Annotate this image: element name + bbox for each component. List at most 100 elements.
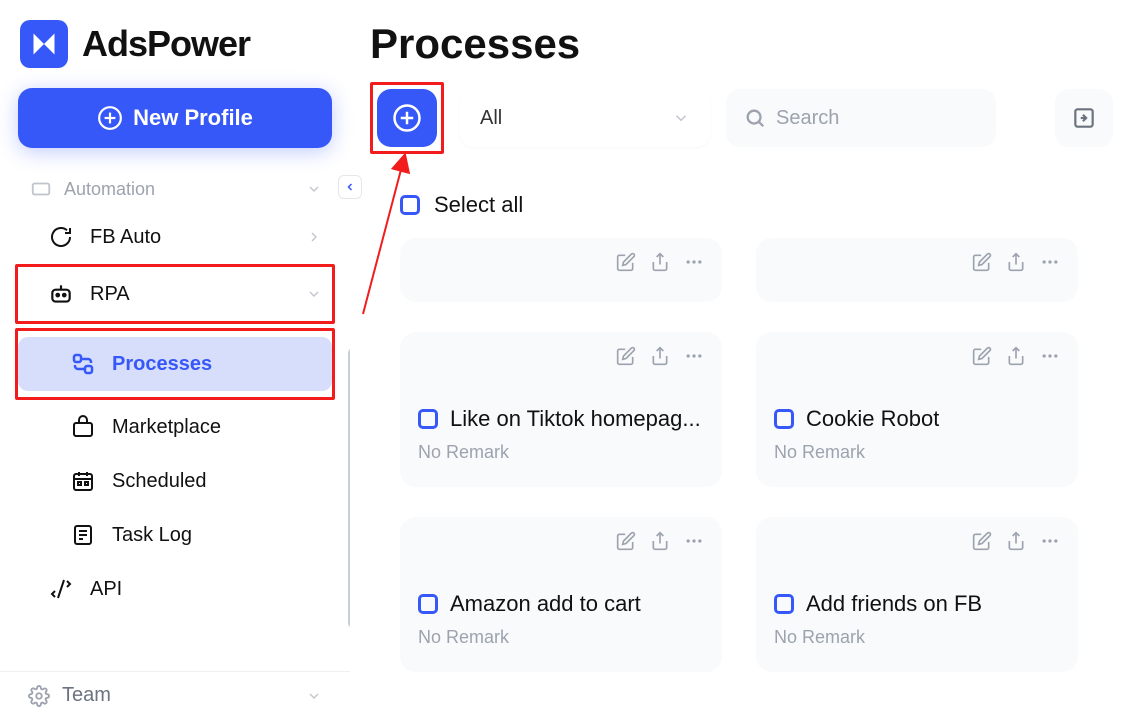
sidebar-item-task-log[interactable]: Task Log (18, 508, 332, 562)
marketplace-icon (70, 414, 96, 440)
app-logo-icon (20, 20, 68, 68)
fb-auto-label: FB Auto (90, 226, 161, 249)
card-checkbox[interactable] (418, 409, 438, 429)
robot-icon (48, 281, 74, 307)
sidebar-item-api[interactable]: API (18, 562, 332, 616)
more-icon[interactable] (684, 531, 704, 557)
new-profile-label: New Profile (133, 105, 253, 131)
card-toolbar (418, 252, 704, 278)
edit-icon[interactable] (972, 531, 992, 557)
refresh-icon (48, 224, 74, 250)
edit-icon[interactable] (972, 346, 992, 372)
processes-icon (70, 351, 96, 377)
card-title: Cookie Robot (806, 406, 939, 432)
card-toolbar (774, 346, 1060, 372)
import-icon (1071, 105, 1097, 131)
filter-value: All (480, 107, 502, 130)
share-icon[interactable] (650, 252, 670, 278)
marketplace-label: Marketplace (112, 416, 221, 439)
sidebar-item-fb-auto[interactable]: FB Auto (18, 210, 332, 264)
share-icon[interactable] (650, 531, 670, 557)
more-icon[interactable] (684, 252, 704, 278)
edit-icon[interactable] (616, 531, 636, 557)
plus-circle-icon (392, 103, 422, 133)
brand-name: AdsPower (82, 23, 250, 65)
process-card[interactable]: Cookie Robot No Remark (756, 332, 1078, 487)
share-icon[interactable] (1006, 252, 1026, 278)
share-icon[interactable] (1006, 531, 1026, 557)
chevron-down-icon (306, 286, 322, 302)
sidebar-item-scheduled[interactable]: Scheduled (18, 454, 332, 508)
highlight-box-add (370, 82, 444, 154)
select-all-row[interactable]: Select all (370, 192, 1121, 218)
card-title: Amazon add to cart (450, 591, 641, 617)
processes-label: Processes (112, 353, 212, 376)
card-toolbar (774, 531, 1060, 557)
card-checkbox[interactable] (418, 594, 438, 614)
nav-section: Automation FB Auto RP (0, 168, 350, 671)
sidebar-item-rpa[interactable]: RPA (18, 267, 332, 321)
process-card[interactable]: Like on Tiktok homepag... No Remark (400, 332, 722, 487)
toolbar: All (370, 82, 1121, 154)
card-remark: No Remark (418, 442, 704, 463)
card-checkbox[interactable] (774, 409, 794, 429)
share-icon[interactable] (1006, 346, 1026, 372)
import-button[interactable] (1055, 89, 1113, 147)
edit-icon[interactable] (972, 252, 992, 278)
sidebar-item-processes[interactable]: Processes (18, 337, 332, 391)
collapse-sidebar-button[interactable] (338, 175, 362, 199)
gear-icon (28, 685, 50, 707)
process-card[interactable]: Amazon add to cart No Remark (400, 517, 722, 672)
select-all-checkbox[interactable] (400, 195, 420, 215)
process-card[interactable] (756, 238, 1078, 302)
task-log-label: Task Log (112, 524, 192, 547)
process-card[interactable] (400, 238, 722, 302)
calendar-icon (70, 468, 96, 494)
plus-circle-icon (97, 105, 123, 131)
add-process-button[interactable] (377, 89, 437, 147)
sidebar-footer-team[interactable]: Team (0, 671, 350, 719)
more-icon[interactable] (684, 346, 704, 372)
sidebar: AdsPower New Profile Automation (0, 0, 350, 719)
select-all-label: Select all (434, 192, 523, 218)
sidebar-item-marketplace[interactable]: Marketplace (18, 400, 332, 454)
task-log-icon (70, 522, 96, 548)
cards-grid: Like on Tiktok homepag... No Remark Cook… (370, 238, 1121, 672)
more-icon[interactable] (1040, 531, 1060, 557)
card-toolbar (418, 346, 704, 372)
filter-select[interactable]: All (460, 89, 710, 147)
new-profile-button[interactable]: New Profile (18, 88, 332, 148)
page-title: Processes (370, 20, 1121, 68)
highlight-box-processes: Processes (15, 328, 335, 400)
process-card[interactable]: Add friends on FB No Remark (756, 517, 1078, 672)
automation-label: Automation (64, 179, 155, 200)
card-toolbar (418, 531, 704, 557)
edit-icon[interactable] (616, 252, 636, 278)
chevron-right-icon (306, 229, 322, 245)
more-icon[interactable] (1040, 346, 1060, 372)
card-remark: No Remark (418, 627, 704, 648)
nav-group-automation[interactable]: Automation (18, 168, 332, 210)
share-icon[interactable] (650, 346, 670, 372)
search-input[interactable] (776, 107, 1041, 130)
card-toolbar (774, 252, 1060, 278)
card-title-row: Like on Tiktok homepag... (418, 406, 704, 432)
card-title-row: Add friends on FB (774, 591, 1060, 617)
api-icon (48, 576, 74, 602)
more-icon[interactable] (1040, 252, 1060, 278)
card-title: Like on Tiktok homepag... (450, 406, 701, 432)
card-remark: No Remark (774, 627, 1060, 648)
card-remark: No Remark (774, 442, 1060, 463)
rpa-label: RPA (90, 283, 130, 306)
automation-icon (28, 176, 54, 202)
chevron-down-icon (306, 181, 322, 197)
card-title: Add friends on FB (806, 591, 982, 617)
search-icon (744, 107, 766, 129)
logo-row: AdsPower (0, 20, 350, 88)
search-box[interactable] (726, 89, 996, 147)
main-content: Processes All (350, 0, 1121, 719)
card-checkbox[interactable] (774, 594, 794, 614)
card-title-row: Amazon add to cart (418, 591, 704, 617)
edit-icon[interactable] (616, 346, 636, 372)
scheduled-label: Scheduled (112, 470, 207, 493)
